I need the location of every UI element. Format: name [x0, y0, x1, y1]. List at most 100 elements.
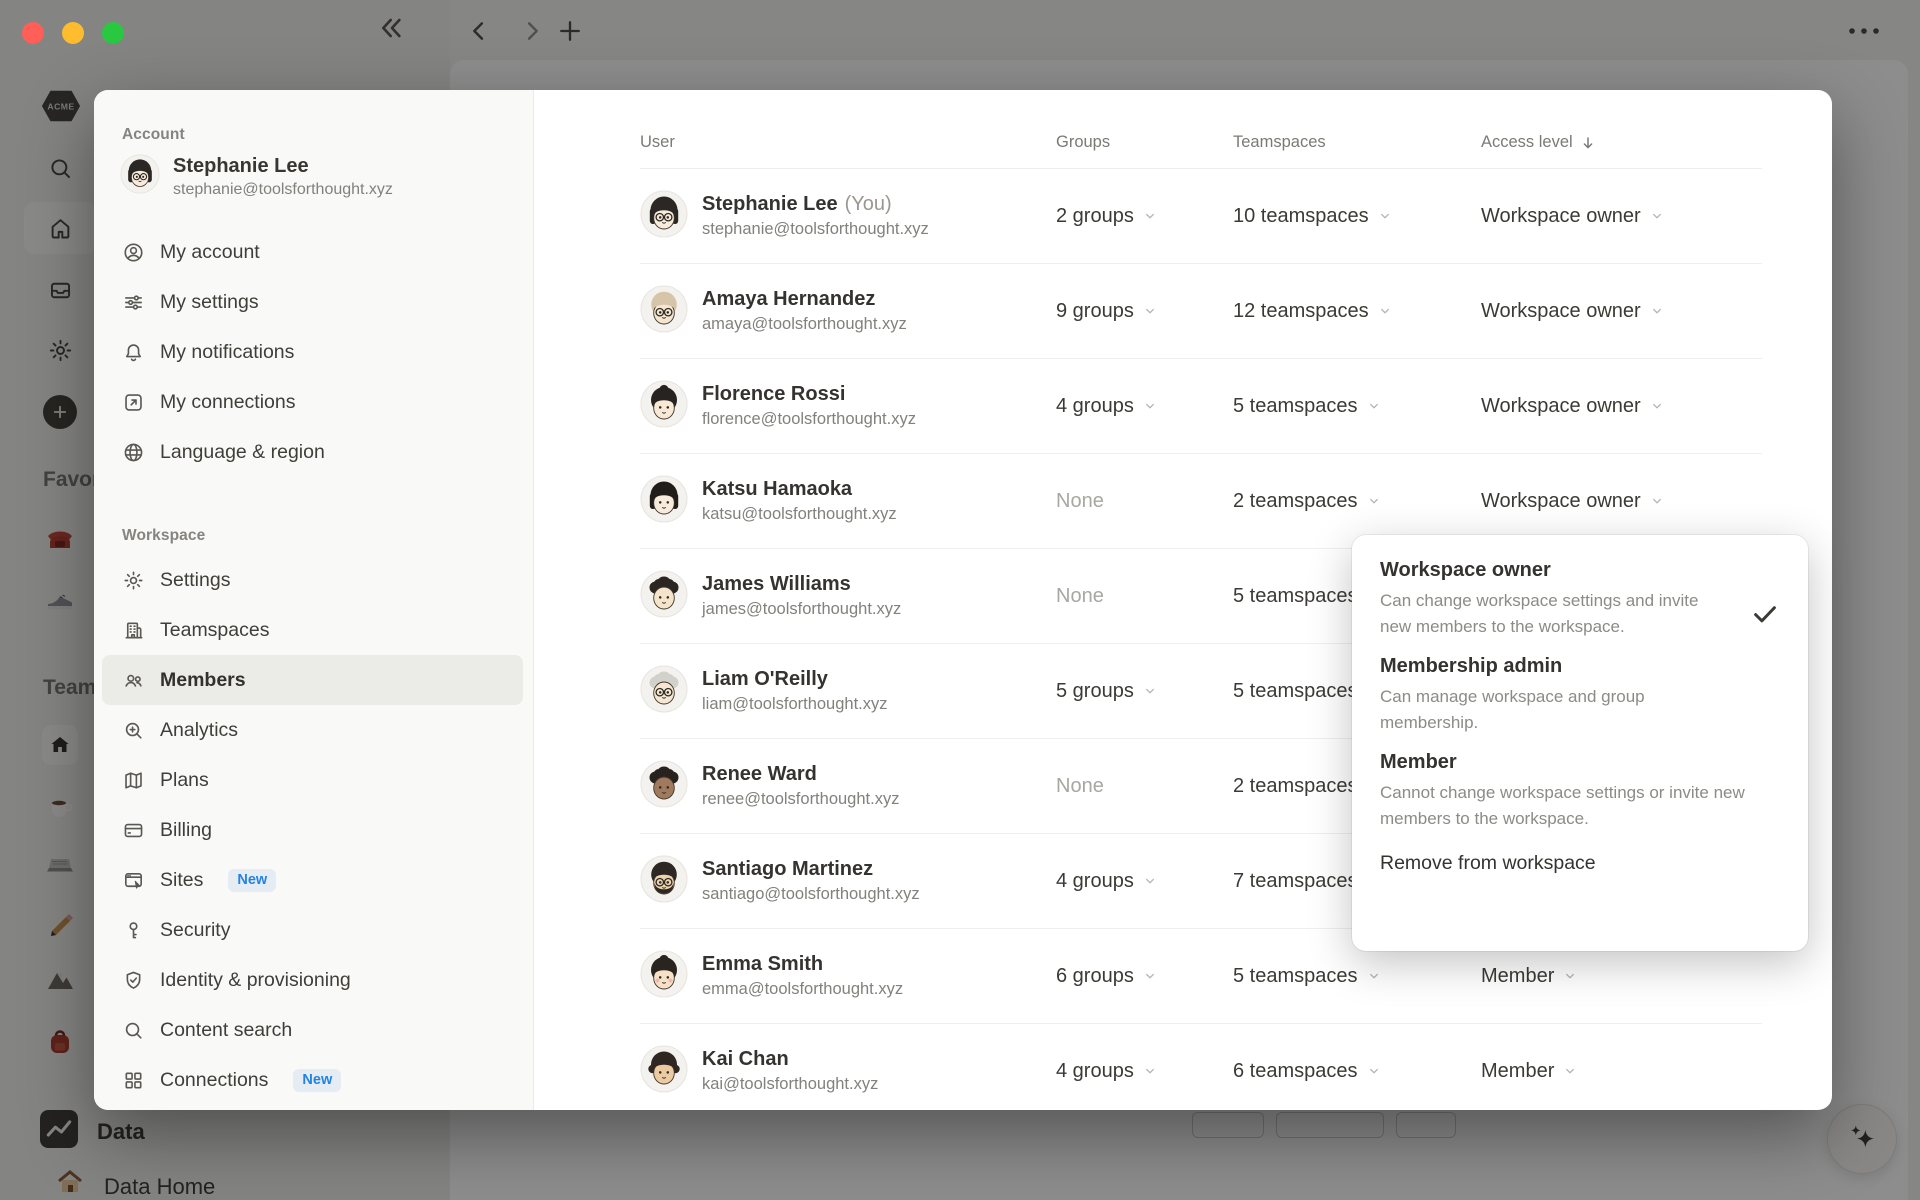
- settings-nav-item-label: Language & region: [160, 440, 325, 463]
- settings-nav-item-analytics[interactable]: Analytics: [102, 705, 523, 755]
- column-header-groups[interactable]: Groups: [1056, 133, 1233, 152]
- remove-from-workspace-option[interactable]: Remove from workspace: [1380, 852, 1780, 875]
- member-user-cell[interactable]: Renee Ward renee@toolsforthought.xyz: [640, 760, 1056, 813]
- avatar: [640, 760, 688, 813]
- member-name: Florence Rossi: [702, 383, 846, 405]
- member-row: Amaya Hernandez amaya@toolsforthought.xyz…: [640, 264, 1762, 359]
- column-header-access-level[interactable]: Access level: [1481, 133, 1762, 152]
- member-access-level-select[interactable]: Member: [1481, 1060, 1762, 1083]
- avatar: [640, 570, 688, 623]
- member-user-cell[interactable]: Emma Smith emma@toolsforthought.xyz: [640, 950, 1056, 1003]
- settings-nav-item-members[interactable]: Members: [102, 655, 523, 705]
- member-email: katsu@toolsforthought.xyz: [702, 505, 897, 523]
- member-teamspaces-select[interactable]: 6 teamspaces: [1233, 1060, 1481, 1083]
- member-user-cell[interactable]: Katsu Hamaoka katsu@toolsforthought.xyz: [640, 475, 1056, 528]
- member-name: Santiago Martinez: [702, 858, 874, 880]
- member-teamspaces-select[interactable]: 5 teamspaces: [1233, 965, 1481, 988]
- people-icon: [122, 669, 145, 692]
- settings-nav-item-plans[interactable]: Plans: [102, 755, 523, 805]
- member-name: Katsu Hamaoka: [702, 478, 853, 500]
- member-email: emma@toolsforthought.xyz: [702, 980, 904, 998]
- settings-nav-item-label: Identity & provisioning: [160, 968, 351, 991]
- access-option-member[interactable]: Member Cannot change workspace settings o…: [1380, 751, 1780, 832]
- browser-cursor-icon: [122, 869, 145, 892]
- avatar: [640, 380, 688, 433]
- settings-nav-item-connections[interactable]: Connections New: [102, 1055, 523, 1105]
- member-user-cell[interactable]: Liam O'Reilly liam@toolsforthought.xyz: [640, 665, 1056, 718]
- access-option-description: Can change workspace settings and invite…: [1380, 591, 1699, 636]
- avatar: [120, 154, 160, 199]
- member-row: Florence Rossi florence@toolsforthought.x…: [640, 359, 1762, 454]
- settings-nav-item-my-notifications[interactable]: My notifications: [102, 327, 523, 377]
- member-teamspaces-select[interactable]: 12 teamspaces: [1233, 300, 1481, 323]
- shield-check-icon: [122, 969, 145, 992]
- member-access-level-select[interactable]: Workspace owner: [1481, 490, 1762, 513]
- member-teamspaces-select[interactable]: 10 teamspaces: [1233, 205, 1481, 228]
- settings-nav-item-settings[interactable]: Settings: [102, 555, 523, 605]
- access-option-description: Cannot change workspace settings or invi…: [1380, 783, 1745, 828]
- column-header-user[interactable]: User: [640, 133, 1056, 152]
- settings-nav-item-security[interactable]: Security: [102, 905, 523, 955]
- settings-nav-item-label: Connections: [160, 1068, 269, 1091]
- member-user-cell[interactable]: James Williams james@toolsforthought.xyz: [640, 570, 1056, 623]
- member-row: Kai Chan kai@toolsforthought.xyz 4 groups 6…: [640, 1024, 1762, 1110]
- access-option-workspace-owner[interactable]: Workspace owner Can change workspace sett…: [1380, 559, 1780, 640]
- credit-card-icon: [122, 819, 145, 842]
- member-groups-select: None: [1056, 584, 1104, 607]
- zoom-window-button[interactable]: [102, 22, 124, 44]
- member-name: Stephanie Lee: [702, 193, 838, 215]
- member-groups-select[interactable]: 2 groups: [1056, 205, 1233, 228]
- member-teamspaces-select[interactable]: 5 teamspaces: [1233, 395, 1481, 418]
- settings-nav-item-label: Members: [160, 668, 246, 691]
- settings-nav-item-label: Sites: [160, 868, 204, 891]
- column-header-teamspaces[interactable]: Teamspaces: [1233, 133, 1481, 152]
- settings-nav-item-my-connections[interactable]: My connections: [102, 377, 523, 427]
- member-access-level-select[interactable]: Member: [1481, 965, 1762, 988]
- member-groups-select[interactable]: 4 groups: [1056, 1060, 1233, 1083]
- settings-nav-item-sites[interactable]: Sites New: [102, 855, 523, 905]
- member-groups-select[interactable]: 6 groups: [1056, 965, 1233, 988]
- settings-nav-item-label: Security: [160, 918, 231, 941]
- selected-check-icon: [1750, 599, 1780, 634]
- member-name: Amaya Hernandez: [702, 288, 876, 310]
- settings-nav-item-teamspaces[interactable]: Teamspaces: [102, 605, 523, 655]
- close-window-button[interactable]: [22, 22, 44, 44]
- avatar: [640, 1045, 688, 1098]
- settings-nav-item-my-settings[interactable]: My settings: [102, 277, 523, 327]
- member-user-cell[interactable]: Stephanie Lee (You) stephanie@toolsforthou…: [640, 190, 1056, 243]
- minimize-window-button[interactable]: [62, 22, 84, 44]
- avatar: [640, 475, 688, 528]
- access-option-label: Member: [1380, 751, 1457, 773]
- member-email: florence@toolsforthought.xyz: [702, 410, 916, 428]
- member-user-cell[interactable]: Amaya Hernandez amaya@toolsforthought.xyz: [640, 285, 1056, 338]
- member-name: James Williams: [702, 573, 851, 595]
- key-icon: [122, 919, 145, 942]
- settings-nav-item-language-region[interactable]: Language & region: [102, 427, 523, 477]
- member-groups-select[interactable]: 4 groups: [1056, 395, 1233, 418]
- workspace-section-heading: Workspace: [122, 527, 206, 544]
- member-access-level-select[interactable]: Workspace owner: [1481, 395, 1762, 418]
- member-groups-select[interactable]: 4 groups: [1056, 870, 1233, 893]
- access-option-label: Membership admin: [1380, 655, 1563, 677]
- member-groups-select[interactable]: 9 groups: [1056, 300, 1233, 323]
- magnifier-icon: [122, 1019, 145, 1042]
- member-groups-select[interactable]: 5 groups: [1056, 680, 1233, 703]
- settings-nav-item-my-account[interactable]: My account: [102, 227, 523, 277]
- access-option-description: Can manage workspace and group membershi…: [1380, 687, 1645, 732]
- sort-descending-icon: [1583, 136, 1593, 148]
- access-option-membership-admin[interactable]: Membership admin Can manage workspace and…: [1380, 655, 1780, 736]
- member-email: liam@toolsforthought.xyz: [702, 695, 888, 713]
- member-user-cell[interactable]: Santiago Martinez santiago@toolsforthough…: [640, 855, 1056, 908]
- member-access-level-select[interactable]: Workspace owner: [1481, 205, 1762, 228]
- member-user-cell[interactable]: Kai Chan kai@toolsforthought.xyz: [640, 1045, 1056, 1098]
- member-email: amaya@toolsforthought.xyz: [702, 315, 907, 333]
- settings-nav-item-billing[interactable]: Billing: [102, 805, 523, 855]
- member-teamspaces-select[interactable]: 2 teamspaces: [1233, 490, 1481, 513]
- settings-nav-item-label: My connections: [160, 390, 296, 413]
- settings-nav-item-content-search[interactable]: Content search: [102, 1005, 523, 1055]
- member-access-level-select[interactable]: Workspace owner: [1481, 300, 1762, 323]
- account-user[interactable]: Stephanie Lee stephanie@toolsforthought.…: [120, 154, 513, 199]
- member-user-cell[interactable]: Florence Rossi florence@toolsforthought.x…: [640, 380, 1056, 433]
- settings-nav-item-label: Plans: [160, 768, 209, 791]
- settings-nav-item-identity-provisioning[interactable]: Identity & provisioning: [102, 955, 523, 1005]
